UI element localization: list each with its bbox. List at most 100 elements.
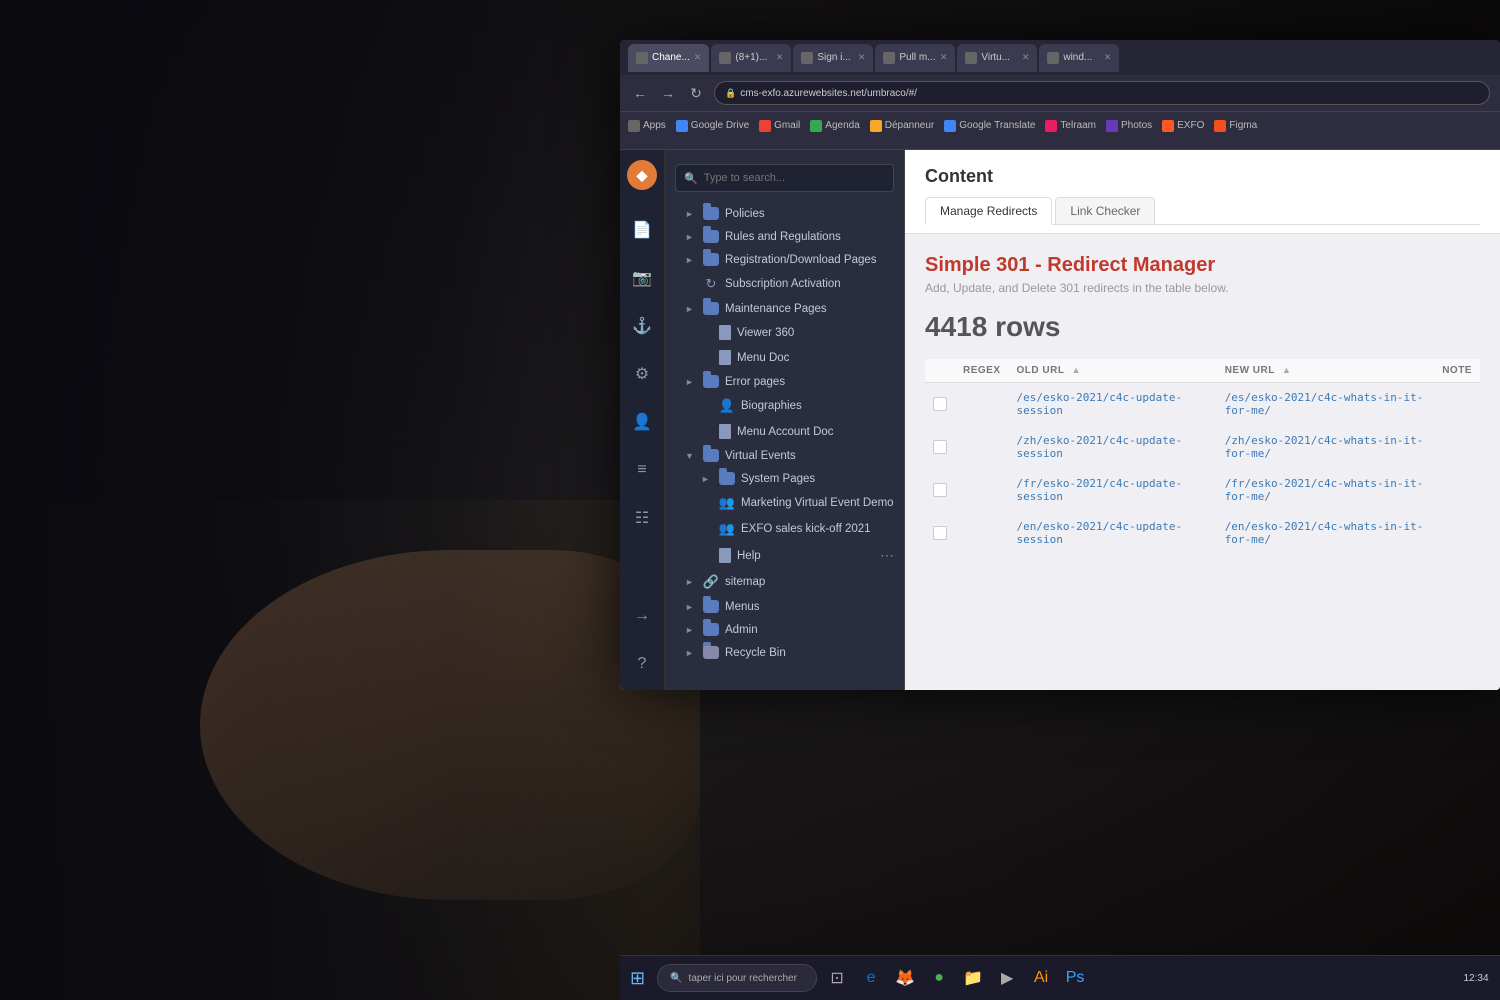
col-header-old-url[interactable]: OLD URL ▲ (1009, 359, 1201, 383)
address-text: cms-exfo.azurewebsites.net/umbraco/#/ (740, 88, 917, 99)
old-url-2: /fr/esko-2021/c4c-update-session (1017, 477, 1183, 503)
tab-close-5[interactable]: ✕ (1104, 52, 1112, 63)
refresh-button[interactable]: ↻ (686, 83, 706, 103)
tree-item-subscription[interactable]: ↻ Subscription Activation (665, 271, 904, 297)
sitemap-icon: 🔗 (703, 574, 719, 590)
figma-favicon (1214, 120, 1226, 132)
forward-button[interactable]: → (658, 83, 678, 103)
tab-close-3[interactable]: ✕ (940, 52, 948, 63)
browser-tab-2[interactable]: Sign i... ✕ (793, 44, 873, 72)
bookmark-apps[interactable]: Apps (628, 120, 666, 132)
tree-label-marketing: Marketing Virtual Event Demo (741, 497, 894, 509)
tree-item-rules[interactable]: ► Rules and Regulations (665, 225, 904, 248)
photoshop-icon[interactable]: Ps (1061, 964, 1089, 992)
browser-tab-3[interactable]: Pull m... ✕ (875, 44, 955, 72)
tree-item-policies[interactable]: ► Policies (665, 202, 904, 225)
browser-tab-active[interactable]: Chane... ✕ (628, 44, 709, 72)
cms-icon-person[interactable]: 👤 (626, 406, 658, 438)
bookmark-photos[interactable]: Photos (1106, 120, 1152, 132)
new-url-1: /zh/esko-2021/c4c-whats-in-it-for-me/ (1225, 434, 1424, 460)
redirect-panel: Simple 301 - Redirect Manager Add, Updat… (905, 234, 1500, 690)
tree-item-virtual-events[interactable]: ▼ Virtual Events (665, 444, 904, 467)
tree-item-help[interactable]: Help ⋯ (665, 542, 904, 569)
edge-icon[interactable]: e (857, 964, 885, 992)
cms-icon-gear[interactable]: ⚙ (626, 358, 658, 390)
task-view-button[interactable]: ⊡ (823, 964, 851, 992)
cms-icon-wrench[interactable]: ⚓ (626, 310, 658, 342)
table-row: /fr/esko-2021/c4c-update-session /fr/esk… (925, 469, 1480, 512)
tree-item-maintenance[interactable]: ► Maintenance Pages (665, 297, 904, 320)
tree-item-admin[interactable]: ► Admin (665, 618, 904, 641)
row-checkbox-1[interactable] (933, 440, 947, 454)
bookmark-translate[interactable]: Google Translate (944, 120, 1035, 132)
bookmark-depanneur-label: Dépanneur (885, 120, 934, 131)
tree-arrow-admin: ► (685, 625, 697, 635)
explorer-icon[interactable]: 📁 (959, 964, 987, 992)
tree-label-rules: Rules and Regulations (725, 231, 841, 243)
tab-close-4[interactable]: ✕ (1022, 52, 1030, 63)
col-header-new-url[interactable]: NEW URL ▲ (1217, 359, 1435, 383)
old-url-3: /en/esko-2021/c4c-update-session (1017, 520, 1183, 546)
address-bar[interactable]: 🔒 cms-exfo.azurewebsites.net/umbraco/#/ (714, 81, 1490, 105)
chrome-icon[interactable]: ● (925, 964, 953, 992)
bookmark-exfo[interactable]: EXFO (1162, 120, 1204, 132)
nav-bar: ← → ↻ 🔒 cms-exfo.azurewebsites.net/umbra… (620, 75, 1500, 111)
tree-label-admin: Admin (725, 624, 758, 636)
cms-icon-table[interactable]: ≡ (626, 454, 658, 486)
tab-label-5: wind... (1063, 52, 1092, 63)
back-button[interactable]: ← (630, 83, 650, 103)
tree-item-registration[interactable]: ► Registration/Download Pages (665, 248, 904, 271)
tab-close-1[interactable]: ✕ (776, 52, 784, 63)
content-header: Content Manage Redirects Link Checker (905, 150, 1500, 234)
tab-close-2[interactable]: ✕ (858, 52, 866, 63)
tree-item-sitemap[interactable]: ► 🔗 sitemap (665, 569, 904, 595)
browser-tab-4[interactable]: Virtu... ✕ (957, 44, 1037, 72)
bookmark-gdrive[interactable]: Google Drive (676, 120, 749, 132)
tree-arrow-recycle: ► (685, 648, 697, 658)
tree-item-exfo-sales[interactable]: 👥 EXFO sales kick-off 2021 (665, 516, 904, 542)
row-checkbox-3[interactable] (933, 526, 947, 540)
taskbar-search[interactable]: 🔍 taper ici pour rechercher (657, 964, 817, 992)
taskbar-search-text: taper ici pour rechercher (689, 973, 797, 984)
row-checkbox-0[interactable] (933, 397, 947, 411)
search-input[interactable] (704, 172, 885, 184)
bookmark-gmail[interactable]: Gmail (759, 120, 800, 132)
tree-item-error[interactable]: ► Error pages (665, 370, 904, 393)
row-checkbox-2[interactable] (933, 483, 947, 497)
illustrator-icon[interactable]: Ai (1027, 964, 1055, 992)
bookmark-telraam-label: Telraam (1060, 120, 1096, 131)
browser-content: ◆ 📄 📷 ⚓ ⚙ 👤 ≡ ☷ → ? 🔍 ► Policies (620, 150, 1500, 690)
tree-item-viewer360[interactable]: Viewer 360 (665, 320, 904, 345)
cms-icon-image[interactable]: 📷 (626, 262, 658, 294)
cms-icon-help[interactable]: ? (626, 648, 658, 680)
browser-tab-5[interactable]: wind... ✕ (1039, 44, 1119, 72)
browser-tab-1[interactable]: (8+1)... ✕ (711, 44, 791, 72)
tree-label-bio: Biographies (741, 400, 802, 412)
firefox-icon[interactable]: 🦊 (891, 964, 919, 992)
search-bar[interactable]: 🔍 (675, 164, 894, 192)
cms-logo[interactable]: ◆ (627, 160, 657, 190)
cms-icon-arrow[interactable]: → (626, 600, 658, 632)
tree-item-recycle[interactable]: ► Recycle Bin (665, 641, 904, 664)
tab-link-checker[interactable]: Link Checker (1055, 197, 1155, 224)
tree-item-menu-account[interactable]: Menu Account Doc (665, 419, 904, 444)
tab-close-icon[interactable]: ✕ (694, 52, 702, 63)
cms-icon-grid[interactable]: ☷ (626, 502, 658, 534)
cms-icon-document[interactable]: 📄 (626, 214, 658, 246)
tree-item-menus[interactable]: ► Menus (665, 595, 904, 618)
more-options-button[interactable]: ⋯ (880, 547, 894, 564)
terminal-icon[interactable]: ▶ (993, 964, 1021, 992)
bookmark-depanneur[interactable]: Dépanneur (870, 120, 934, 132)
tree-item-system-pages[interactable]: ► System Pages (665, 467, 904, 490)
tree-item-menudoc[interactable]: Menu Doc (665, 345, 904, 370)
regex-label: REGEX (963, 365, 1001, 376)
tab-manage-redirects[interactable]: Manage Redirects (925, 197, 1052, 225)
telraam-favicon (1045, 120, 1057, 132)
tree-item-biographies[interactable]: 👤 Biographies (665, 393, 904, 419)
redirect-table: REGEX OLD URL ▲ NEW URL ▲ (925, 359, 1480, 555)
bookmark-telraam[interactable]: Telraam (1045, 120, 1096, 132)
bookmark-agenda[interactable]: Agenda (810, 120, 859, 132)
bookmark-figma[interactable]: Figma (1214, 120, 1257, 132)
windows-logo[interactable]: ⊞ (630, 968, 645, 989)
tree-item-marketing[interactable]: 👥 Marketing Virtual Event Demo (665, 490, 904, 516)
